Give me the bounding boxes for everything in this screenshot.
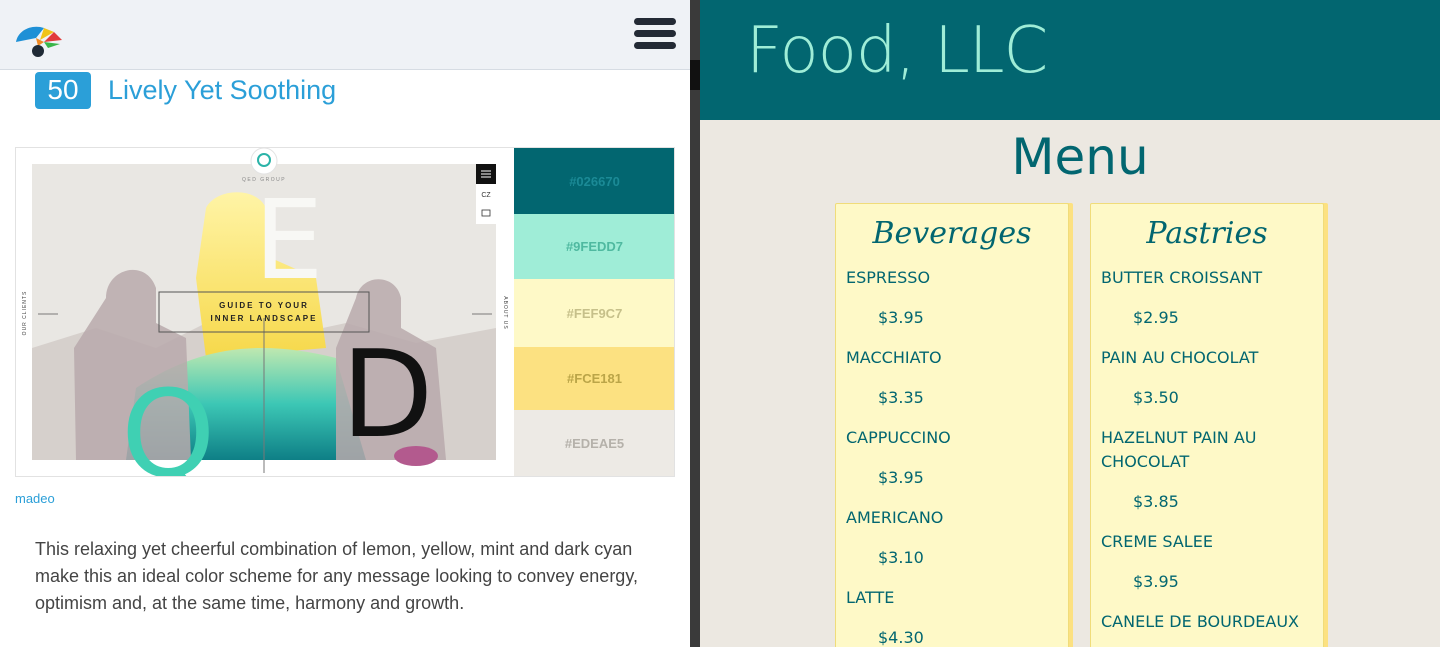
preview-letter-e: E <box>254 176 324 304</box>
color-swatches: #026670 #9FEDD7 #FEF9C7 #FCE181 #EDEAE5 <box>514 148 674 476</box>
food-menu-pane: Food, LLC Menu Beverages ESPRESSO $3.95 M… <box>700 0 1440 647</box>
item-price: $2.95 <box>1133 308 1179 327</box>
swatch-label: #EDEAE5 <box>564 435 625 451</box>
card-title: Pastries <box>1146 216 1268 251</box>
menu-title: Menu <box>1011 128 1149 186</box>
item-name: CREME SALEE <box>1101 532 1213 551</box>
item-name: PAIN AU CHOCOLAT <box>1101 348 1259 367</box>
preview-letter-q: Q <box>121 366 215 476</box>
item-name: BUTTER CROISSANT <box>1101 268 1263 287</box>
menu-card-pastries: Pastries BUTTER CROISSANT $2.95 PAIN AU C… <box>1090 203 1324 647</box>
swatch-label: #026670 <box>569 173 620 189</box>
item-price: $3.35 <box>878 388 924 407</box>
menu-card-beverages: Beverages ESPRESSO $3.95 MACCHIATO $3.35 C… <box>835 203 1069 647</box>
palette-article-pane: 50 Lively Yet Soothing GUIDE TO YOUR INN… <box>0 0 690 647</box>
list-item: CAPPUCCINO $3.95 <box>846 426 1064 490</box>
credit-link[interactable]: madeo <box>15 491 55 506</box>
swatch-edeae5[interactable]: #EDEAE5 <box>514 410 674 476</box>
list-item: ESPRESSO $3.95 <box>846 266 1064 330</box>
item-price: $3.85 <box>1133 492 1179 511</box>
list-item: CANELE DE BOURDEAUX <box>1101 610 1319 634</box>
palette-description: This relaxing yet cheerful combination o… <box>35 539 638 613</box>
parrot-logo-icon[interactable] <box>14 24 64 60</box>
preview-brand: QED GROUP <box>242 177 286 183</box>
item-price: $3.95 <box>1133 572 1179 591</box>
swatch-fef9c7[interactable]: #FEF9C7 <box>514 279 674 347</box>
list-item: MACCHIATO $3.35 <box>846 346 1064 410</box>
preview-side-left: OUR CLIENTS <box>22 291 28 336</box>
swatch-9fedd7[interactable]: #9FEDD7 <box>514 214 674 279</box>
item-price: $3.10 <box>878 548 924 567</box>
item-name: CAPPUCCINO <box>846 428 951 447</box>
preview-side-right: ABOUT US <box>502 296 508 329</box>
divider-strip <box>690 60 700 90</box>
item-price: $3.95 <box>878 308 924 327</box>
list-item: LATTE $4.30 <box>846 586 1064 647</box>
item-name: AMERICANO <box>846 508 944 527</box>
site-title: Food, LLC <box>746 14 1048 88</box>
item-price: $4.30 <box>878 628 924 647</box>
top-navigation-bar <box>0 0 690 70</box>
palette-title[interactable]: Lively Yet Soothing <box>108 75 336 106</box>
item-name: HAZELNUT PAIN AU CHOCOLAT <box>1101 428 1257 471</box>
website-preview-image: GUIDE TO YOUR INNER LANDSCAPE E D Q QED … <box>16 148 514 476</box>
item-name: LATTE <box>846 588 895 607</box>
preview-lang: CZ <box>481 192 491 199</box>
swatch-label: #FEF9C7 <box>566 305 623 321</box>
item-price: $3.50 <box>1133 388 1179 407</box>
preview-tagline-2: INNER LANDSCAPE <box>211 314 318 323</box>
list-item: BUTTER CROISSANT $2.95 <box>1101 266 1319 330</box>
item-name: ESPRESSO <box>846 268 931 287</box>
card-title: Beverages <box>872 216 1032 251</box>
item-name: MACCHIATO <box>846 348 942 367</box>
window-divider[interactable] <box>690 0 700 647</box>
swatch-label: #9FEDD7 <box>565 239 624 254</box>
swatch-026670[interactable]: #026670 <box>514 148 674 214</box>
palette-heading: 50 Lively Yet Soothing <box>35 71 336 109</box>
swatch-fce181[interactable]: #FCE181 <box>514 347 674 410</box>
list-item: HAZELNUT PAIN AU CHOCOLAT $3.85 <box>1101 426 1319 514</box>
list-item: AMERICANO $3.10 <box>846 506 1064 570</box>
site-header: Food, LLC <box>700 0 1440 120</box>
swatch-label: #FCE181 <box>567 371 622 386</box>
palette-number-badge: 50 <box>35 71 91 109</box>
list-item: PAIN AU CHOCOLAT $3.50 <box>1101 346 1319 410</box>
item-list: ESPRESSO $3.95 MACCHIATO $3.35 CAPPUCCINO $… <box>846 266 1064 647</box>
palette-preview: GUIDE TO YOUR INNER LANDSCAPE E D Q QED … <box>15 147 675 477</box>
preview-letter-d: D <box>341 326 433 465</box>
hamburger-menu-icon[interactable] <box>634 18 676 52</box>
item-price: $3.95 <box>878 468 924 487</box>
item-list: BUTTER CROISSANT $2.95 PAIN AU CHOCOLAT $3… <box>1101 266 1319 647</box>
list-item: CREME SALEE $3.95 <box>1101 530 1319 594</box>
item-name: CANELE DE BOURDEAUX <box>1101 612 1299 631</box>
